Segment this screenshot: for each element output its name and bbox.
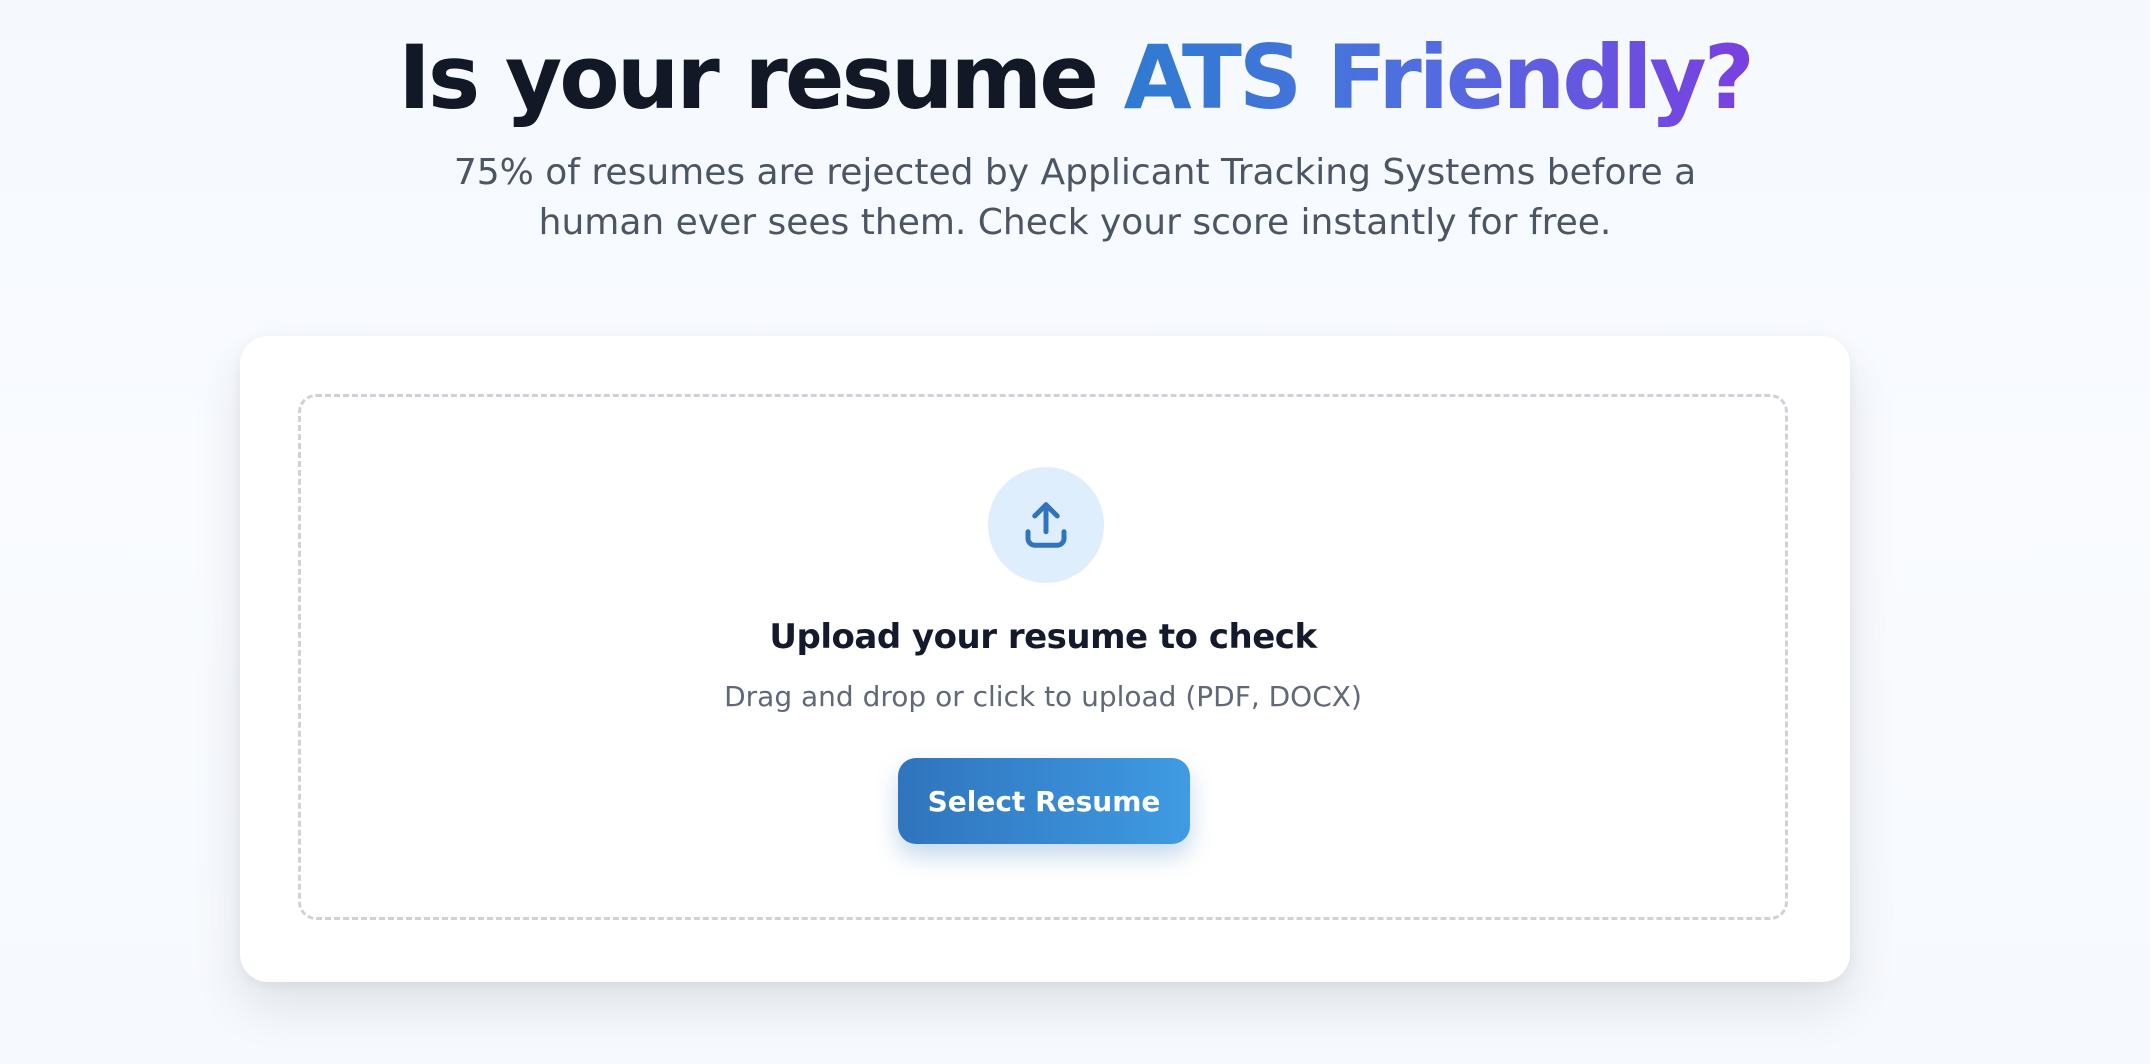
subtitle-line-2: human ever sees them. Check your score i… — [538, 202, 1612, 243]
headline-prefix: Is your resume — [398, 26, 1124, 129]
hero-subtitle: 75% of resumes are rejected by Applicant… — [0, 148, 2150, 248]
select-resume-button[interactable]: Select Resume — [898, 758, 1190, 844]
upload-icon — [988, 467, 1104, 583]
subtitle-line-1: 75% of resumes are rejected by Applicant… — [453, 152, 1697, 193]
headline-accent: ATS Friendly? — [1123, 26, 1755, 129]
upload-instructions: Drag and drop or click to upload (PDF, D… — [724, 680, 1362, 713]
resume-dropzone[interactable]: Upload your resume to check Drag and dro… — [298, 394, 1788, 920]
upload-title: Upload your resume to check — [769, 617, 1317, 657]
page-title: Is your resume ATS Friendly? — [0, 28, 2150, 128]
upload-card: Upload your resume to check Drag and dro… — [240, 336, 1850, 982]
